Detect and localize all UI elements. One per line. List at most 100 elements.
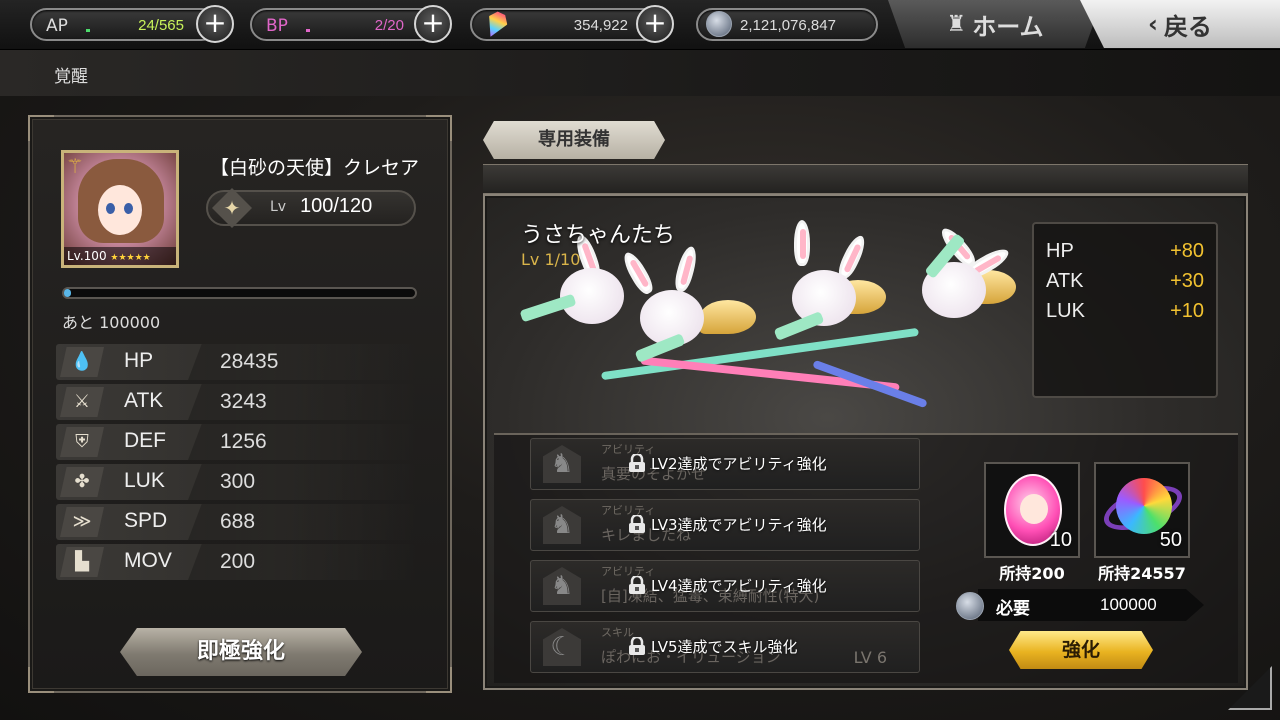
castle-icon: ♜ (946, 11, 967, 37)
exp-remaining: あと 100000 (62, 313, 161, 332)
add-gem-button[interactable]: + (636, 5, 674, 43)
ability-row[interactable]: ☾ スキル ぽわにお・イリュージョン LV5達成でスキル強化 LV 6 (530, 621, 920, 673)
corner-ornament (426, 115, 452, 141)
gem-counter: 354,922 (470, 8, 660, 41)
ability-icon: ♞ (543, 445, 581, 483)
bonus-stat-name: LUK (1046, 300, 1085, 322)
equipment-name: うさちゃんたち (521, 223, 676, 248)
cost-value: 100000 (1100, 595, 1157, 614)
class-emblem-icon: ⚚ (66, 154, 84, 178)
ribbon-decoration (640, 356, 900, 392)
level-label: Lv (270, 199, 287, 215)
cost-label: 必要 (996, 599, 1030, 619)
ap-label: AP (46, 16, 68, 36)
corner-ornament (28, 115, 54, 141)
tab-exclusive-equipment[interactable]: 専用装備 (483, 121, 665, 159)
skill-level: LV 6 (853, 648, 887, 667)
ap-value: 24/565 (138, 17, 184, 34)
back-label: 戻る (1163, 12, 1212, 41)
coin-icon (706, 11, 732, 37)
stat-row-def: ⛨ DEF 1256 (56, 424, 416, 460)
boot-icon: ▙ (60, 547, 104, 577)
stat-name: HP (124, 349, 154, 372)
ability-lock-label: LV4達成でアビリティ強化 (627, 575, 827, 596)
portrait-level-text: Lv.100 (67, 249, 107, 263)
stat-name: ATK (124, 389, 164, 412)
stat-value: 200 (220, 550, 256, 573)
sub-header (0, 50, 1280, 96)
bunny-ear (672, 244, 700, 294)
bp-bar (306, 29, 310, 32)
stat-row-spd: ≫ SPD 688 (56, 504, 416, 540)
limit-break-button[interactable]: 即極強化 (120, 628, 362, 676)
stat-value: 300 (220, 470, 256, 493)
panel-ribbon (483, 164, 1248, 194)
stat-value: 28435 (220, 350, 279, 373)
material-required-count: 10 (1049, 529, 1072, 551)
material-rainbow-orb[interactable]: 50 (1094, 462, 1190, 558)
rainbow-orb-icon (1116, 478, 1172, 534)
ability-lock-label: LV2達成でアビリティ強化 (627, 453, 827, 474)
bonus-stat-value: +30 (1170, 270, 1204, 292)
ap-gauge: AP 24/565 (30, 8, 218, 41)
stat-row-atk: ⚔ ATK 3243 (56, 384, 416, 420)
home-button[interactable]: ♜ ホーム (888, 0, 1102, 48)
ability-lock-label: LV5達成でスキル強化 (627, 636, 798, 657)
bp-value: 2/20 (374, 17, 404, 34)
ability-unlock-text: LV3達成でアビリティ強化 (651, 516, 827, 534)
ability-unlock-text: LV2達成でアビリティ強化 (651, 455, 827, 473)
lock-icon (629, 454, 645, 472)
shield-icon: ⛨ (60, 427, 104, 457)
coin-icon (956, 592, 984, 620)
corner-ornament (426, 667, 452, 693)
add-bp-button[interactable]: + (414, 5, 452, 43)
enhance-button[interactable]: 強化 (1009, 631, 1153, 669)
material-pink-gem[interactable]: 10 (984, 462, 1080, 558)
lock-icon (629, 637, 645, 655)
exp-bar (62, 287, 417, 299)
speed-icon: ≫ (60, 507, 104, 537)
ap-bar (86, 29, 90, 32)
wing-decoration (700, 300, 756, 334)
coin-value: 2,121,076,847 (740, 17, 836, 34)
back-button[interactable]: ‹ 戻る (1080, 0, 1280, 48)
bonus-stat-name: ATK (1046, 270, 1084, 292)
bunny-ear (619, 249, 657, 297)
stat-value: 1256 (220, 430, 267, 453)
portrait-eye (124, 203, 133, 214)
stat-value: 688 (220, 510, 256, 533)
ability-icon: ♞ (543, 567, 581, 605)
coin-counter: 2,121,076,847 (696, 8, 878, 41)
stat-name: SPD (124, 509, 168, 532)
character-portrait[interactable]: ⚚ Lv.100 ★★★★★ (61, 150, 179, 268)
rarity-stars: ★★★★★ (110, 253, 151, 263)
ability-row[interactable]: ♞ アビリティ 真要のそよかせ LV2達成でアビリティ強化 (530, 438, 920, 490)
ability-row[interactable]: ♞ アビリティ キレましたね LV3達成でアビリティ強化 (530, 499, 920, 551)
portrait-face (98, 185, 142, 235)
gem-face (1020, 494, 1048, 524)
clover-icon: ✤ (60, 467, 104, 497)
material-owned: 所持24557 (1098, 564, 1186, 583)
equipment-level: Lv 1/10 (521, 250, 581, 269)
ability-unlock-text: LV5達成でスキル強化 (651, 638, 798, 656)
corner-ornament (28, 667, 54, 693)
page-title: 覚醒 (54, 67, 88, 87)
material-required-count: 50 (1159, 529, 1182, 551)
stat-name: DEF (124, 429, 166, 452)
level-value: 100/120 (300, 195, 373, 217)
home-label: ホーム (972, 12, 1044, 41)
bonus-stat-name: HP (1046, 240, 1074, 262)
lock-icon (629, 576, 645, 594)
bp-label: BP (266, 16, 288, 36)
stat-name: LUK (124, 469, 165, 492)
stat-name: MOV (124, 549, 172, 572)
ability-icon: ♞ (543, 506, 581, 544)
star-emblem-icon: ✦ (223, 196, 241, 220)
stat-value: 3243 (220, 390, 267, 413)
bonus-stat-value: +80 (1170, 240, 1204, 262)
sword-icon: ⚔ (60, 387, 104, 417)
ability-row[interactable]: ♞ アビリティ [自]凍結、猛毒、束縛耐性(特大) LV4達成でアビリティ強化 (530, 560, 920, 612)
ability-unlock-text: LV4達成でアビリティ強化 (651, 577, 827, 595)
add-ap-button[interactable]: + (196, 5, 234, 43)
exp-bar-fill (64, 289, 72, 297)
